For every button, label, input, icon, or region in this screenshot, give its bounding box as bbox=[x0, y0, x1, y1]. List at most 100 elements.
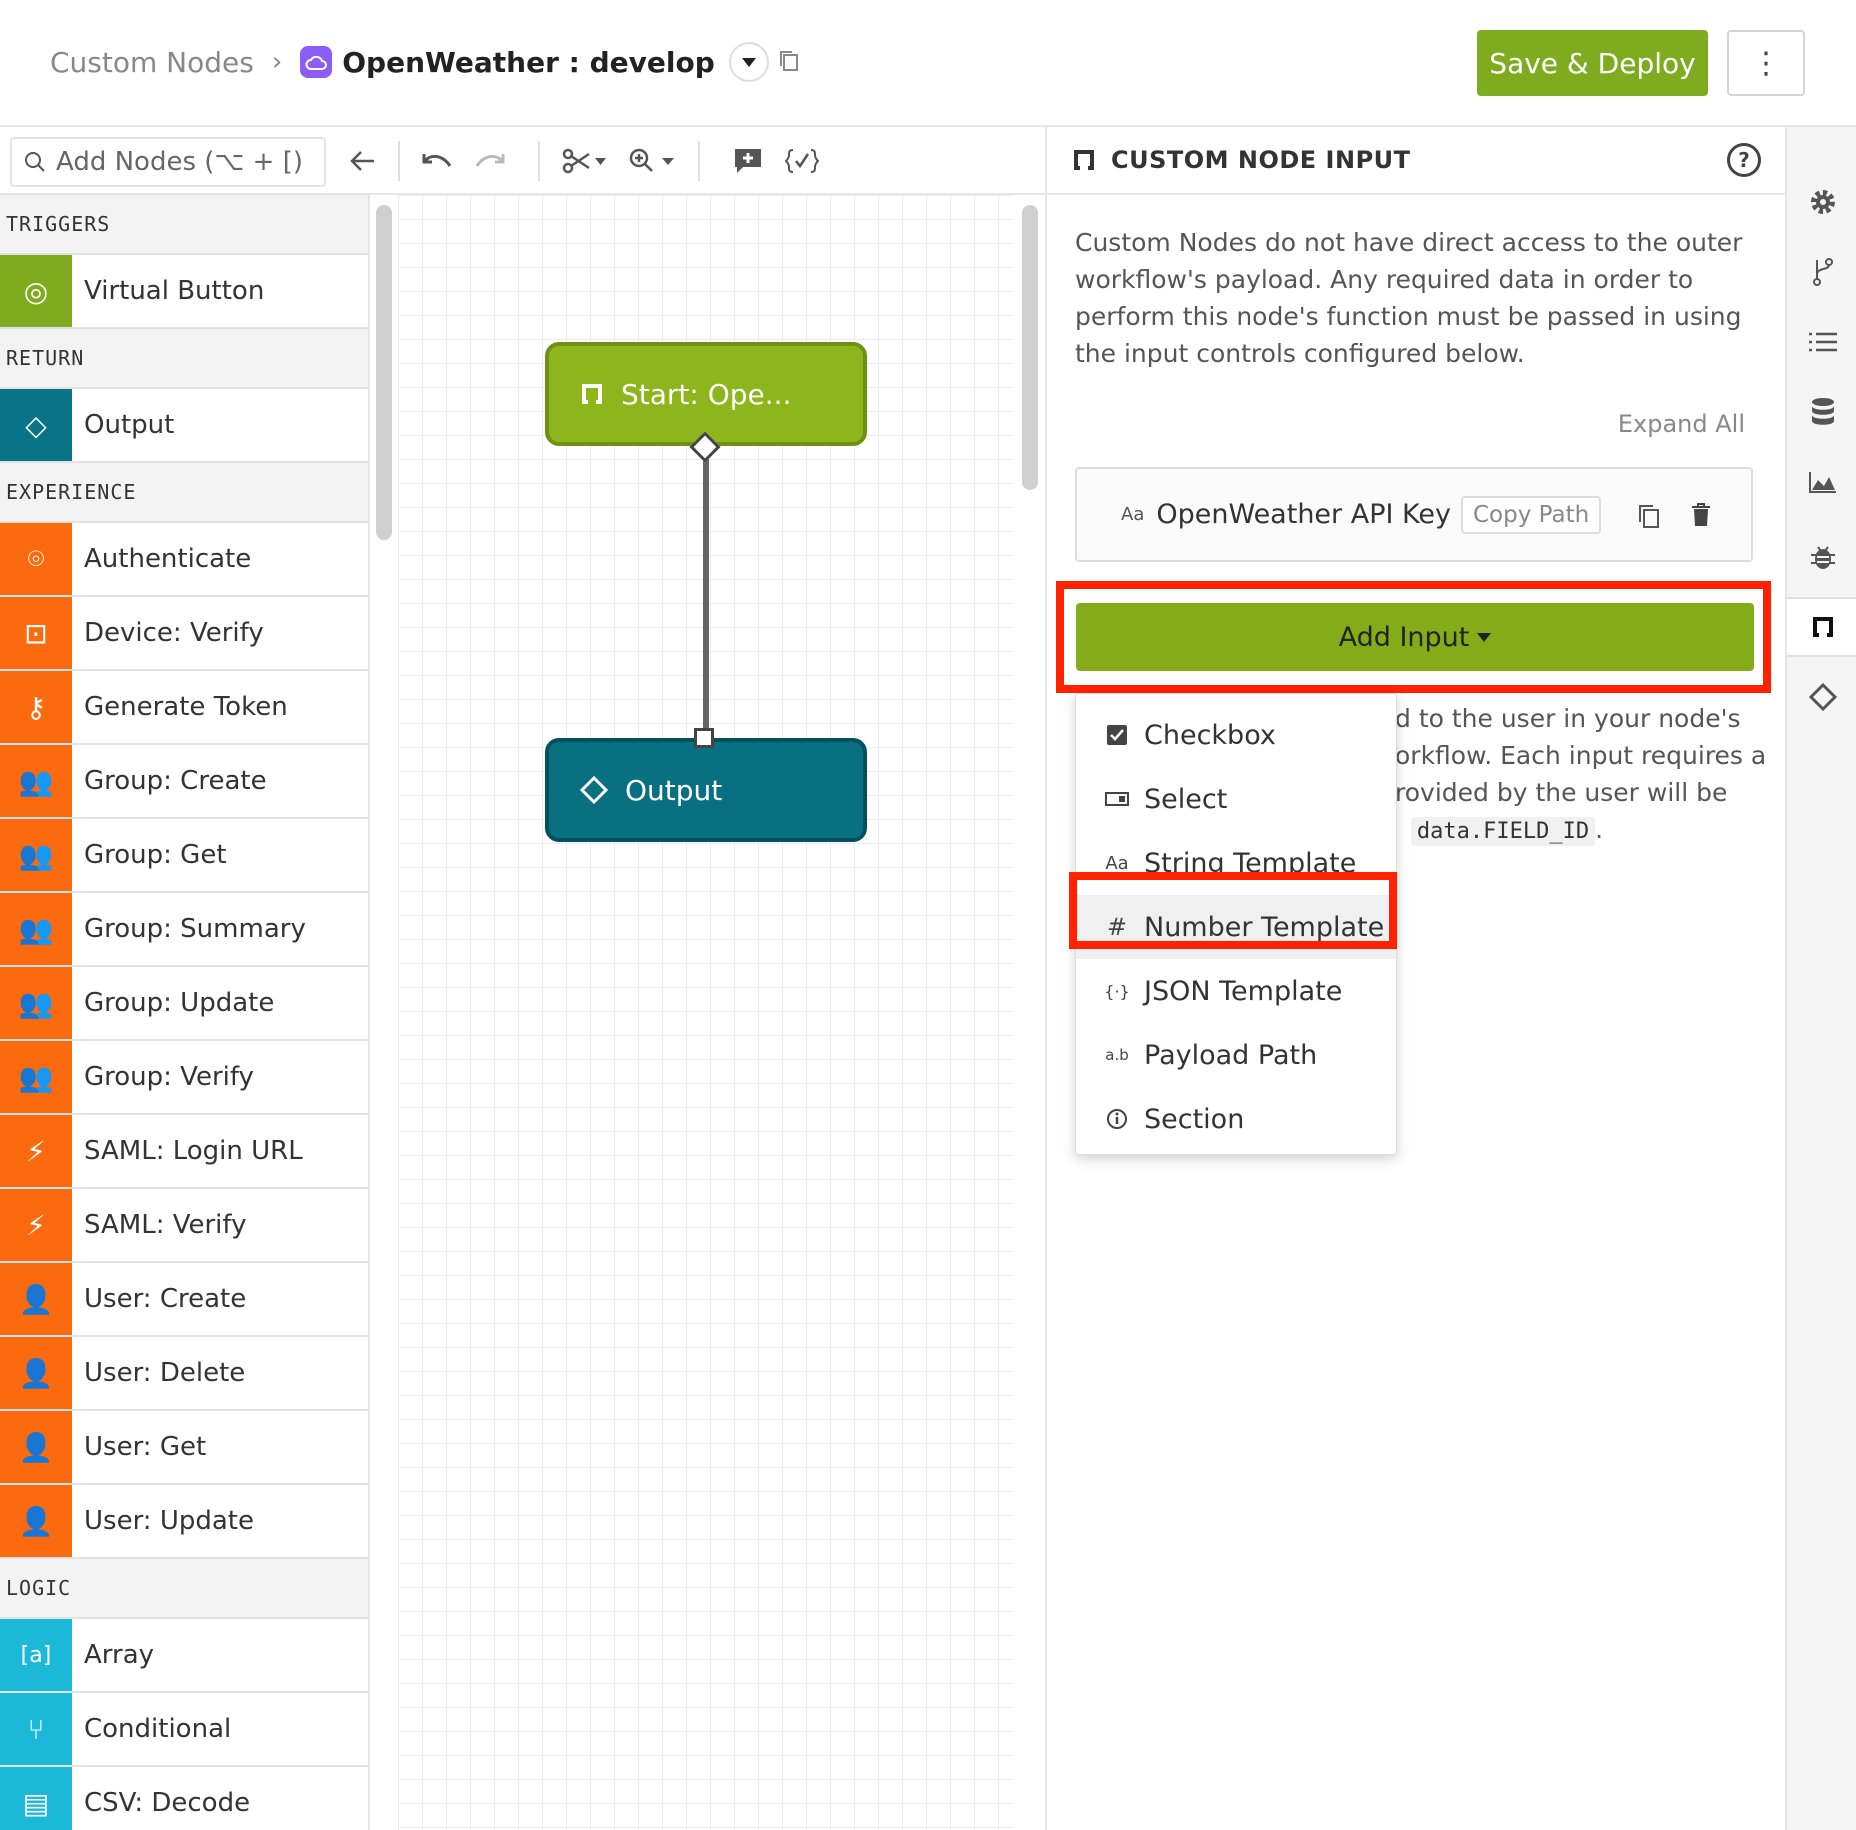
output-node-label: Output bbox=[625, 773, 723, 807]
input-port[interactable] bbox=[694, 728, 714, 748]
sidebar-item-label: User: Delete bbox=[84, 1358, 246, 1388]
add-input-label: Add Input bbox=[1338, 621, 1470, 653]
add-comment-icon[interactable] bbox=[733, 141, 763, 181]
user-add-icon: 👤 bbox=[0, 1263, 72, 1335]
menu-item-select[interactable]: Select bbox=[1076, 767, 1396, 831]
save-deploy-button[interactable]: Save & Deploy bbox=[1477, 30, 1708, 96]
sidebar-item-label: Generate Token bbox=[84, 692, 288, 722]
description-line: orkflow. Each input requires a bbox=[1395, 741, 1767, 770]
cloud-icon bbox=[300, 46, 333, 78]
sidebar-node-item[interactable]: 👥 Group: Create bbox=[0, 745, 368, 819]
arrow-left-icon[interactable] bbox=[350, 141, 376, 181]
zoom-icon[interactable] bbox=[628, 141, 678, 181]
menu-item-section[interactable]: Section bbox=[1076, 1087, 1396, 1151]
field-name: OpenWeather API Key bbox=[1156, 499, 1451, 530]
scissors-icon[interactable] bbox=[562, 141, 608, 181]
breadcrumb-separator: › bbox=[271, 47, 283, 77]
sidebar-node-item[interactable]: 👤 User: Create bbox=[0, 1263, 368, 1337]
connection-wire[interactable] bbox=[703, 446, 709, 738]
sidebar-node-item[interactable]: ⊡ Device: Verify bbox=[0, 597, 368, 671]
saml-verify-icon: ⚡ bbox=[0, 1189, 72, 1261]
group-add-icon: 👥 bbox=[0, 745, 72, 817]
custom-node-icon bbox=[582, 384, 602, 404]
sidebar-node-item[interactable]: 👤 User: Get bbox=[0, 1411, 368, 1485]
bug-icon[interactable] bbox=[1787, 527, 1856, 587]
sidebar-item-label: Group: Update bbox=[84, 988, 275, 1018]
canvas-toolbar bbox=[0, 127, 1045, 195]
key-icon: ⚷ bbox=[0, 671, 72, 743]
code-snippet: data.FIELD_ID bbox=[1410, 817, 1596, 846]
copy-icon[interactable] bbox=[779, 46, 799, 79]
search-icon bbox=[25, 152, 45, 172]
sidebar-node-item[interactable]: 👥 Group: Get bbox=[0, 819, 368, 893]
add-input-button[interactable]: Add Input bbox=[1076, 603, 1754, 671]
search-input[interactable] bbox=[56, 147, 316, 177]
custom-node-input-icon[interactable] bbox=[1787, 597, 1856, 657]
trash-icon[interactable] bbox=[1691, 503, 1711, 531]
panel-header: CUSTOM NODE INPUT ? bbox=[1047, 127, 1785, 195]
menu-item-payload-path[interactable]: a.b Payload Path bbox=[1076, 1023, 1396, 1087]
caret-down-icon bbox=[741, 57, 756, 67]
fingerprint-icon: ⌾ bbox=[0, 523, 72, 595]
diamond-code-icon bbox=[579, 775, 609, 805]
sidebar-node-item[interactable]: ⌾ Authenticate bbox=[0, 523, 368, 597]
output-node[interactable]: Output bbox=[545, 738, 867, 842]
group-edit-icon: 👥 bbox=[0, 967, 72, 1039]
expand-all-link[interactable]: Expand All bbox=[1618, 410, 1745, 438]
sidebar-scrollbar[interactable] bbox=[376, 205, 392, 540]
toolbar-divider bbox=[698, 141, 700, 181]
sidebar-item-label: Device: Verify bbox=[84, 618, 264, 648]
right-icon-rail bbox=[1785, 127, 1856, 1830]
sidebar-node-item[interactable]: 👤 User: Update bbox=[0, 1485, 368, 1559]
input-field-card[interactable]: Aa OpenWeather API Key Copy Path bbox=[1075, 467, 1753, 562]
menu-item-label: JSON Template bbox=[1144, 975, 1343, 1007]
menu-item-json-template[interactable]: {·} JSON Template bbox=[1076, 959, 1396, 1023]
sidebar-node-item[interactable]: 👤 User: Delete bbox=[0, 1337, 368, 1411]
info-circle-icon bbox=[1104, 1108, 1130, 1130]
database-icon[interactable] bbox=[1787, 382, 1856, 442]
sidebar-item-label: Group: Get bbox=[84, 840, 227, 870]
sidebar-node-item[interactable]: 👥 Group: Update bbox=[0, 967, 368, 1041]
sidebar-node-item[interactable]: ⑂ Conditional bbox=[0, 1693, 368, 1767]
sidebar-node-item[interactable]: ◇ Output bbox=[0, 389, 368, 463]
custom-node-icon bbox=[1074, 150, 1094, 170]
area-chart-icon[interactable] bbox=[1787, 452, 1856, 512]
list-icon[interactable] bbox=[1787, 312, 1856, 372]
toolbar-divider bbox=[398, 141, 400, 181]
canvas-scrollbar[interactable] bbox=[1022, 205, 1038, 490]
menu-item-checkbox[interactable]: Checkbox bbox=[1076, 703, 1396, 767]
redo-icon[interactable] bbox=[475, 141, 507, 181]
copy-icon[interactable] bbox=[1637, 503, 1661, 533]
branch-icon[interactable] bbox=[1787, 242, 1856, 302]
user-search-icon: 👤 bbox=[0, 1411, 72, 1483]
sidebar-node-item[interactable]: ▤ CSV: Decode bbox=[0, 1767, 368, 1830]
sidebar-item-label: Group: Create bbox=[84, 766, 267, 796]
array-icon: [a] bbox=[0, 1619, 72, 1691]
variables-icon[interactable] bbox=[785, 141, 819, 181]
group-check-icon: 👥 bbox=[0, 1041, 72, 1113]
more-options-button[interactable]: ⋮ bbox=[1727, 30, 1805, 96]
sidebar-node-item[interactable]: ⚡ SAML: Login URL bbox=[0, 1115, 368, 1189]
version-dropdown-button[interactable] bbox=[728, 42, 769, 82]
diamond-code-icon[interactable] bbox=[1787, 667, 1856, 727]
breadcrumb-root-link[interactable]: Custom Nodes bbox=[50, 46, 254, 79]
sidebar-node-item[interactable]: [a] Array bbox=[0, 1619, 368, 1693]
undo-icon[interactable] bbox=[420, 141, 452, 181]
gear-icon[interactable] bbox=[1787, 172, 1856, 232]
sidebar-item-label: Array bbox=[84, 1640, 155, 1670]
user-remove-icon: 👤 bbox=[0, 1337, 72, 1409]
saml-icon: ⚡ bbox=[0, 1115, 72, 1187]
copy-path-button[interactable]: Copy Path bbox=[1460, 495, 1602, 534]
sidebar-node-item[interactable]: ⚡ SAML: Verify bbox=[0, 1189, 368, 1263]
help-icon[interactable]: ? bbox=[1727, 143, 1761, 177]
sidebar-item-label: SAML: Verify bbox=[84, 1210, 247, 1240]
sidebar-node-item[interactable]: ◎ Virtual Button bbox=[0, 255, 368, 329]
menu-item-label: Section bbox=[1144, 1103, 1245, 1135]
start-node[interactable]: Start: Ope... bbox=[545, 342, 867, 446]
sidebar-node-item[interactable]: 👥 Group: Verify bbox=[0, 1041, 368, 1115]
sidebar-node-item[interactable]: 👥 Group: Summary bbox=[0, 893, 368, 967]
json-braces-icon: {·} bbox=[1104, 981, 1130, 1001]
sidebar-node-item[interactable]: ⚷ Generate Token bbox=[0, 671, 368, 745]
add-nodes-search[interactable] bbox=[10, 137, 326, 187]
description-end: . bbox=[1595, 815, 1604, 844]
